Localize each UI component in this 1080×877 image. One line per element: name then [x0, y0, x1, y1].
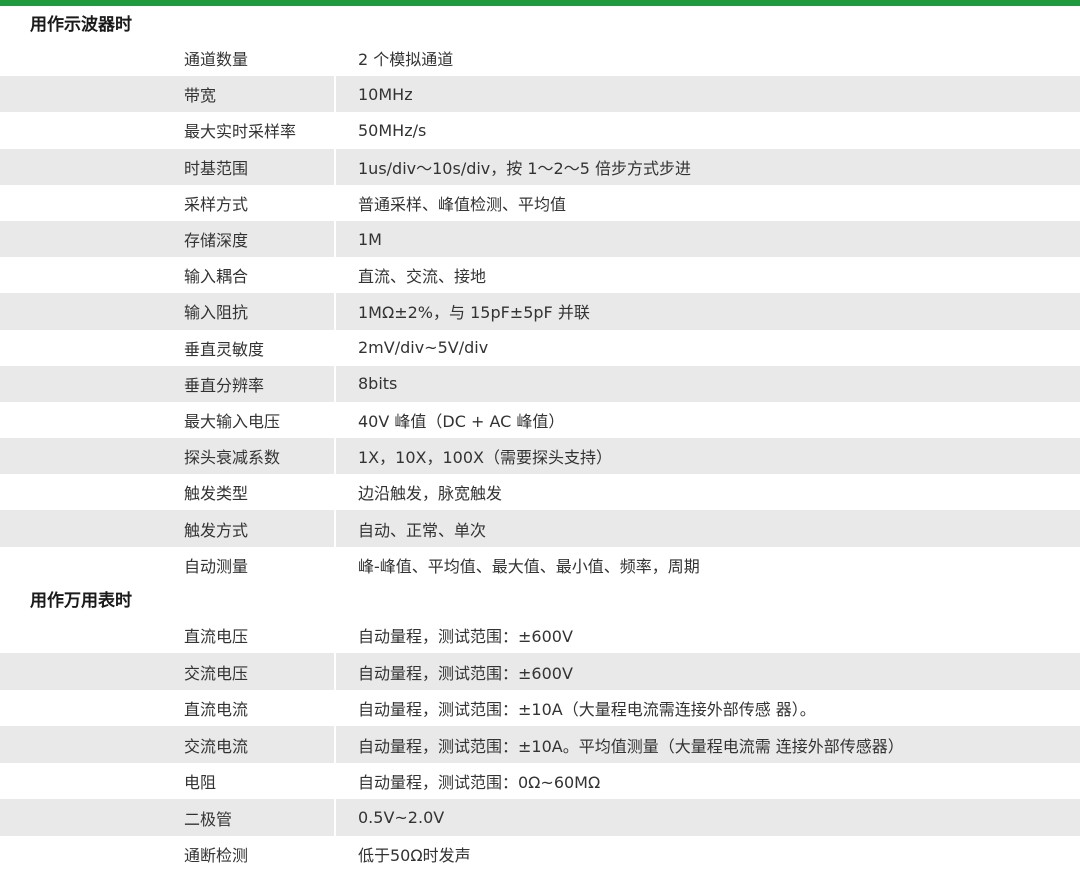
table-row: 直流电压 自动量程，测试范围：±600V — [0, 616, 1080, 654]
spec-label: 时基范围 — [0, 148, 336, 185]
spec-value: 边沿触发，脉宽触发 — [358, 484, 503, 504]
spec-label: 输入阻抗 — [0, 293, 336, 330]
table-row: 触发方式 自动、正常、单次 — [0, 510, 1080, 547]
spec-value: 自动、正常、单次 — [358, 520, 487, 540]
spec-label: 最大输入电压 — [0, 401, 336, 439]
spec-value: 自动量程，测试范围：±600V — [358, 627, 573, 647]
spec-value: 峰-峰值、平均值、最大值、最小值、频率，周期 — [358, 556, 700, 576]
spec-value: 1M — [358, 229, 382, 249]
spec-label: 垂直灵敏度 — [0, 329, 336, 366]
spec-value: 自动量程，测试范围：±600V — [358, 663, 573, 683]
spec-value: 1MΩ±2%，与 15pF±5pF 并联 — [358, 303, 590, 323]
table-row: 带宽 10MHz — [0, 76, 1080, 113]
spec-label: 直流电压 — [0, 616, 336, 654]
section-title-oscilloscope: 用作示波器时 — [30, 15, 132, 35]
table-row: 时基范围 1us/div～10s/div，按 1～2～5 倍步方式步进 — [0, 148, 1080, 185]
spec-label: 探头衰减系数 — [0, 438, 336, 475]
spec-label: 二极管 — [0, 799, 336, 836]
spec-label: 触发类型 — [0, 474, 336, 511]
table-row: 通道数量 2 个模拟通道 — [0, 40, 1080, 77]
spec-value: 50MHz/s — [358, 120, 427, 140]
spec-value: 10MHz — [358, 84, 413, 104]
spec-value: 40V 峰值（DC + AC 峰值） — [358, 411, 565, 431]
spec-label: 触发方式 — [0, 510, 336, 547]
table-row: 探头衰减系数 1X，10X，100X（需要探头支持） — [0, 438, 1080, 475]
spec-label: 输入耦合 — [0, 257, 336, 294]
spec-value: 普通采样、峰值检测、平均值 — [358, 194, 567, 214]
table-row: 二极管 0.5V~2.0V — [0, 799, 1080, 836]
table-row: 交流电流 自动量程，测试范围：±10A。平均值测量（大量程电流需 连接外部传感器） — [0, 726, 1080, 763]
spec-value: 1us/div～10s/div，按 1～2～5 倍步方式步进 — [358, 158, 691, 178]
oscilloscope-spec-table: 通道数量 2 个模拟通道带宽 10MHz 最大实时采样率 50MHz/s 时基范围 1us/… — [0, 40, 1080, 583]
spec-value: 0.5V~2.0V — [358, 808, 445, 828]
table-row: 输入耦合 直流、交流、接地 — [0, 257, 1080, 294]
table-row: 电阻 自动量程，测试范围：0Ω~60MΩ — [0, 762, 1080, 800]
spec-value: 1X，10X，100X（需要探头支持） — [358, 448, 612, 468]
table-row: 垂直分辨率 8bits — [0, 365, 1080, 402]
spec-value: 2 个模拟通道 — [358, 50, 454, 70]
table-row: 触发类型 边沿触发，脉宽触发 — [0, 474, 1080, 511]
top-accent-bar — [0, 0, 1080, 6]
spec-value: 自动量程，测试范围：0Ω~60MΩ — [358, 773, 601, 793]
spec-label: 电阻 — [0, 762, 336, 800]
spec-label: 垂直分辨率 — [0, 365, 336, 402]
table-row: 通断检测 低于50Ω时发声 — [0, 835, 1080, 873]
table-row: 采样方式 普通采样、峰值检测、平均值 — [0, 184, 1080, 221]
table-row: 最大实时采样率 50MHz/s — [0, 112, 1080, 149]
table-row: 自动测量 峰-峰值、平均值、最大值、最小值、频率，周期 — [0, 546, 1080, 583]
table-row: 输入阻抗 1MΩ±2%，与 15pF±5pF 并联 — [0, 293, 1080, 330]
spec-value: 2mV/div~5V/div — [358, 338, 489, 358]
spec-label: 通道数量 — [0, 40, 336, 77]
spec-label: 交流电压 — [0, 653, 336, 690]
multimeter-spec-table: 直流电压 自动量程，测试范围：±600V 交流电压 自动量程，测试范围：±600V 直流… — [0, 616, 1080, 873]
table-row: 最大输入电压 40V 峰值（DC + AC 峰值） — [0, 401, 1080, 439]
spec-value: 8bits — [358, 374, 398, 394]
spec-label: 最大实时采样率 — [0, 112, 336, 149]
spec-label: 带宽 — [0, 76, 336, 113]
spec-value: 自动量程，测试范围：±10A。平均值测量（大量程电流需 连接外部传感器） — [358, 736, 904, 756]
spec-label: 存储深度 — [0, 220, 336, 258]
section-title-multimeter: 用作万用表时 — [30, 590, 132, 611]
spec-label: 交流电流 — [0, 726, 336, 763]
spec-label: 直流电流 — [0, 689, 336, 727]
table-row: 垂直灵敏度 2mV/div~5V/div — [0, 329, 1080, 366]
table-row: 存储深度 1M — [0, 220, 1080, 258]
spec-label: 自动测量 — [0, 546, 336, 583]
spec-value: 直流、交流、接地 — [358, 267, 487, 287]
spec-label: 通断检测 — [0, 835, 336, 873]
spec-value: 低于50Ω时发声 — [358, 846, 471, 866]
table-row: 交流电压 自动量程，测试范围：±600V — [0, 653, 1080, 690]
table-row: 直流电流 自动量程，测试范围：±10A（大量程电流需连接外部传感 器）。 — [0, 689, 1080, 727]
spec-value: 自动量程，测试范围：±10A（大量程电流需连接外部传感 器）。 — [358, 700, 816, 720]
spec-label: 采样方式 — [0, 184, 336, 221]
